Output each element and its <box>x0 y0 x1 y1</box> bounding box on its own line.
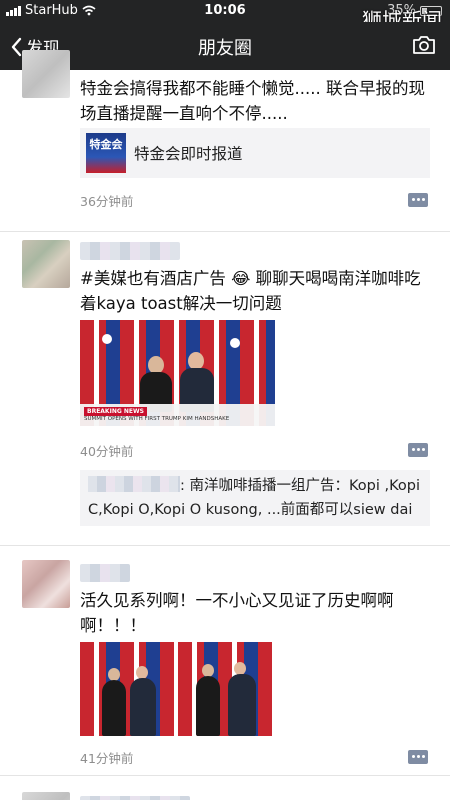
flags-background <box>80 642 174 736</box>
moment-post <box>0 776 450 800</box>
person-figure <box>130 678 156 736</box>
camera-button[interactable] <box>412 35 436 59</box>
news-tag: BREAKING NEWS <box>84 407 147 416</box>
link-card[interactable]: 特金会 特金会即时报道 <box>80 128 430 178</box>
person-figure <box>102 680 126 736</box>
commenter-name[interactable] <box>88 476 180 492</box>
flag-star <box>230 338 240 348</box>
post-text: 特金会搞得我都不能睡个懒觉..... 联合早报的现场直播提醒一直响个不停....… <box>80 79 425 123</box>
post-text: 活久见系列啊！一不小心又见证了历史啊啊啊！！！ <box>80 591 394 635</box>
flag-star <box>102 334 112 344</box>
news-line: SUMMIT OPENS WITH FIRST TRUMP KIM HANDSH… <box>84 416 230 422</box>
post-photo[interactable]: BREAKING NEWS SUMMIT OPENS WITH FIRST TR… <box>80 320 275 426</box>
avatar[interactable] <box>22 50 70 98</box>
comment-icon[interactable] <box>408 193 428 207</box>
post-photo[interactable] <box>80 642 174 736</box>
moment-post: 特金会搞得我都不能睡个懒觉..... 联合早报的现场直播提醒一直响个不停....… <box>0 50 450 232</box>
comment-icon[interactable] <box>408 750 428 764</box>
avatar[interactable] <box>22 560 70 608</box>
camera-icon <box>413 36 435 54</box>
news-ticker: BREAKING NEWS SUMMIT OPENS WITH FIRST TR… <box>80 404 275 426</box>
link-thumbnail: 特金会 <box>86 133 126 173</box>
author-name[interactable] <box>80 796 190 800</box>
post-time: 40分钟前 <box>80 444 134 459</box>
post-photo[interactable] <box>178 642 272 736</box>
author-name[interactable] <box>80 564 130 582</box>
moments-screen: StarHub 10:06 35% 狮城新闻 发现 朋友圈 特金会搞得我都不能睡… <box>0 0 450 800</box>
comment-box: : 南洋咖啡插播一组广告：Kopi ,Kopi C,Kopi O,Kopi O … <box>80 470 430 526</box>
person-figure <box>228 674 256 736</box>
post-text: #美媒也有酒店广告 😂 聊聊天喝喝南洋咖啡吃着kaya toast解决一切问题 <box>80 269 421 313</box>
flags-background <box>178 642 272 736</box>
moment-post: 活久见系列啊！一不小心又见证了历史啊啊啊！！！ 41分钟前 <box>0 546 450 776</box>
person-figure <box>196 676 220 736</box>
author-name[interactable] <box>80 242 180 260</box>
post-time: 41分钟前 <box>80 751 134 766</box>
avatar[interactable] <box>22 792 70 800</box>
moment-post: #美媒也有酒店广告 😂 聊聊天喝喝南洋咖啡吃着kaya toast解决一切问题 … <box>0 232 450 546</box>
status-bar: StarHub 10:06 35% 狮城新闻 <box>0 0 450 32</box>
link-title: 特金会即时报道 <box>134 145 243 163</box>
avatar[interactable] <box>22 240 70 288</box>
comment-icon[interactable] <box>408 443 428 457</box>
post-time: 36分钟前 <box>80 194 134 209</box>
